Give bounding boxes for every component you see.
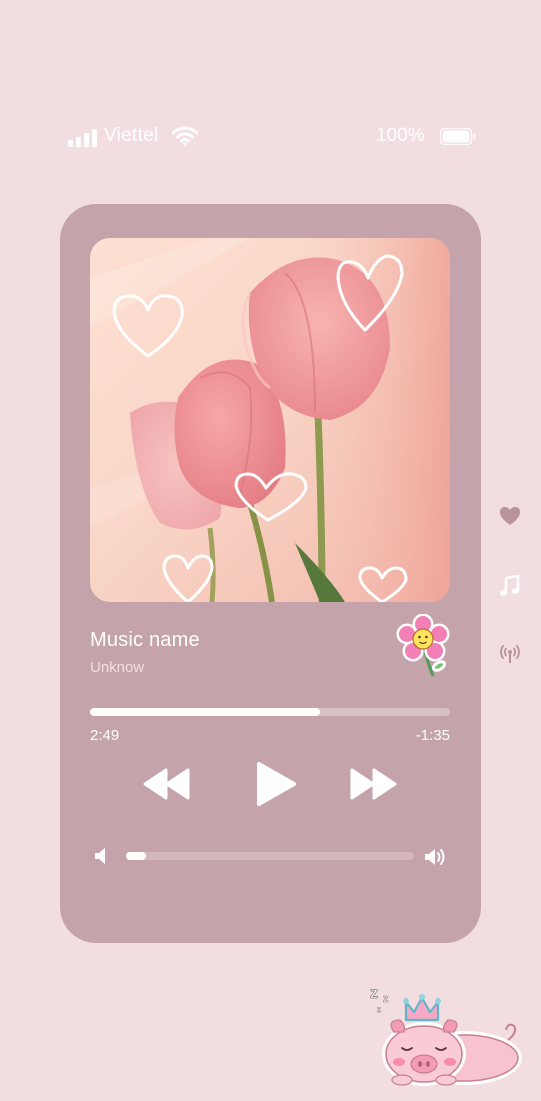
volume-high-icon[interactable] xyxy=(424,847,448,867)
music-note-icon[interactable] xyxy=(498,574,522,598)
battery-percentage: 100% xyxy=(376,125,425,146)
playback-progress-bar[interactable] xyxy=(90,708,450,716)
wifi-icon xyxy=(172,126,198,146)
svg-text:z: z xyxy=(370,985,378,1002)
song-artist: Unknow xyxy=(90,659,145,676)
music-player-card: Music name Unknow 2:49 -1:35 xyxy=(60,204,481,943)
rewind-icon[interactable] xyxy=(140,767,192,801)
volume-low-icon[interactable] xyxy=(94,847,108,865)
broadcast-icon[interactable] xyxy=(498,642,522,666)
flower-sticker xyxy=(396,614,450,677)
volume-slider[interactable] xyxy=(126,852,414,860)
battery-icon xyxy=(440,128,476,145)
carrier-name: Viettel xyxy=(104,125,159,146)
heart-icon[interactable] xyxy=(498,504,522,528)
volume-slider-fill xyxy=(126,852,147,860)
sleeping-pig-sticker: z z z xyxy=(370,985,522,1086)
playback-progress-fill xyxy=(90,708,321,716)
svg-text:z: z xyxy=(377,1005,381,1014)
status-bar: Viettel 100% xyxy=(68,122,480,152)
time-elapsed: 2:49 xyxy=(90,727,120,744)
svg-text:z: z xyxy=(383,993,389,1005)
fast-forward-icon[interactable] xyxy=(348,767,400,801)
song-title: Music name xyxy=(90,629,200,651)
play-icon[interactable] xyxy=(254,760,298,808)
signal-strength-icon xyxy=(68,129,98,147)
time-remaining: -1:35 xyxy=(415,727,450,744)
album-art xyxy=(90,238,450,602)
